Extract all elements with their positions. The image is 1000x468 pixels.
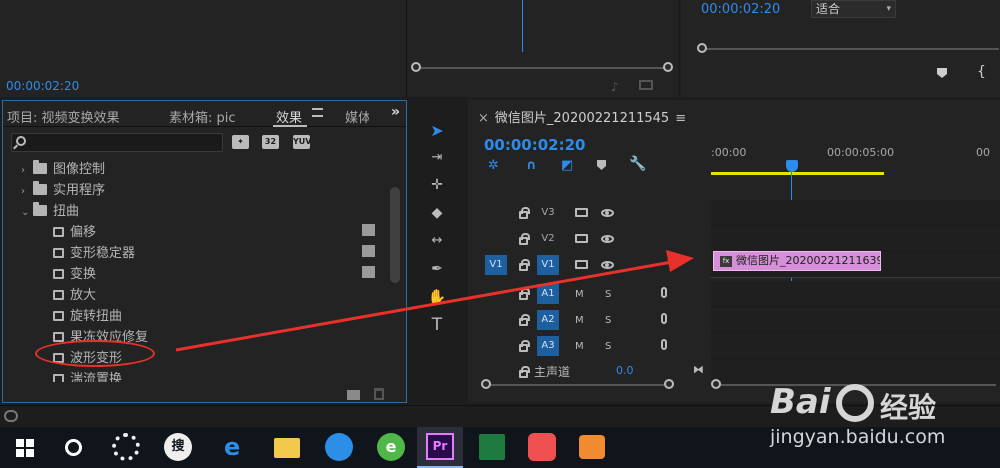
sogou-browser-icon[interactable] bbox=[325, 433, 353, 461]
taskbar-premiere-active[interactable]: Pr bbox=[417, 427, 463, 468]
arrow-shaft bbox=[175, 260, 673, 352]
watermark-brand2: 经验 bbox=[880, 391, 937, 424]
edge-browser-icon[interactable]: e bbox=[224, 434, 240, 460]
meitu-icon[interactable] bbox=[528, 433, 556, 461]
premiere-icon: Pr bbox=[426, 433, 454, 460]
orange-app-icon[interactable] bbox=[579, 435, 605, 459]
watermark-brand: Bai bbox=[770, 382, 831, 422]
paw-logo bbox=[836, 384, 874, 422]
excel-icon[interactable] bbox=[479, 434, 505, 460]
watermark-url: jingyan.baidu.com bbox=[770, 426, 946, 448]
sogou-search-icon[interactable]: 搜 bbox=[164, 433, 192, 461]
search-cortana-icon[interactable] bbox=[65, 439, 82, 456]
360-browser-icon[interactable]: e bbox=[377, 433, 405, 461]
file-explorer-icon[interactable] bbox=[274, 438, 300, 458]
fan-app-icon[interactable] bbox=[112, 433, 140, 461]
windows-start-icon[interactable] bbox=[16, 439, 34, 457]
cloud-sync-icon[interactable] bbox=[4, 410, 18, 422]
baidu-watermark: Bai 经验 jingyan.baidu.com bbox=[770, 380, 1000, 468]
arrow-head bbox=[666, 250, 694, 272]
premiere-window: 00:00:02:20 ♪ 00:00:02:20 适合 ▾ { 项目: 视频变… bbox=[0, 0, 1000, 468]
